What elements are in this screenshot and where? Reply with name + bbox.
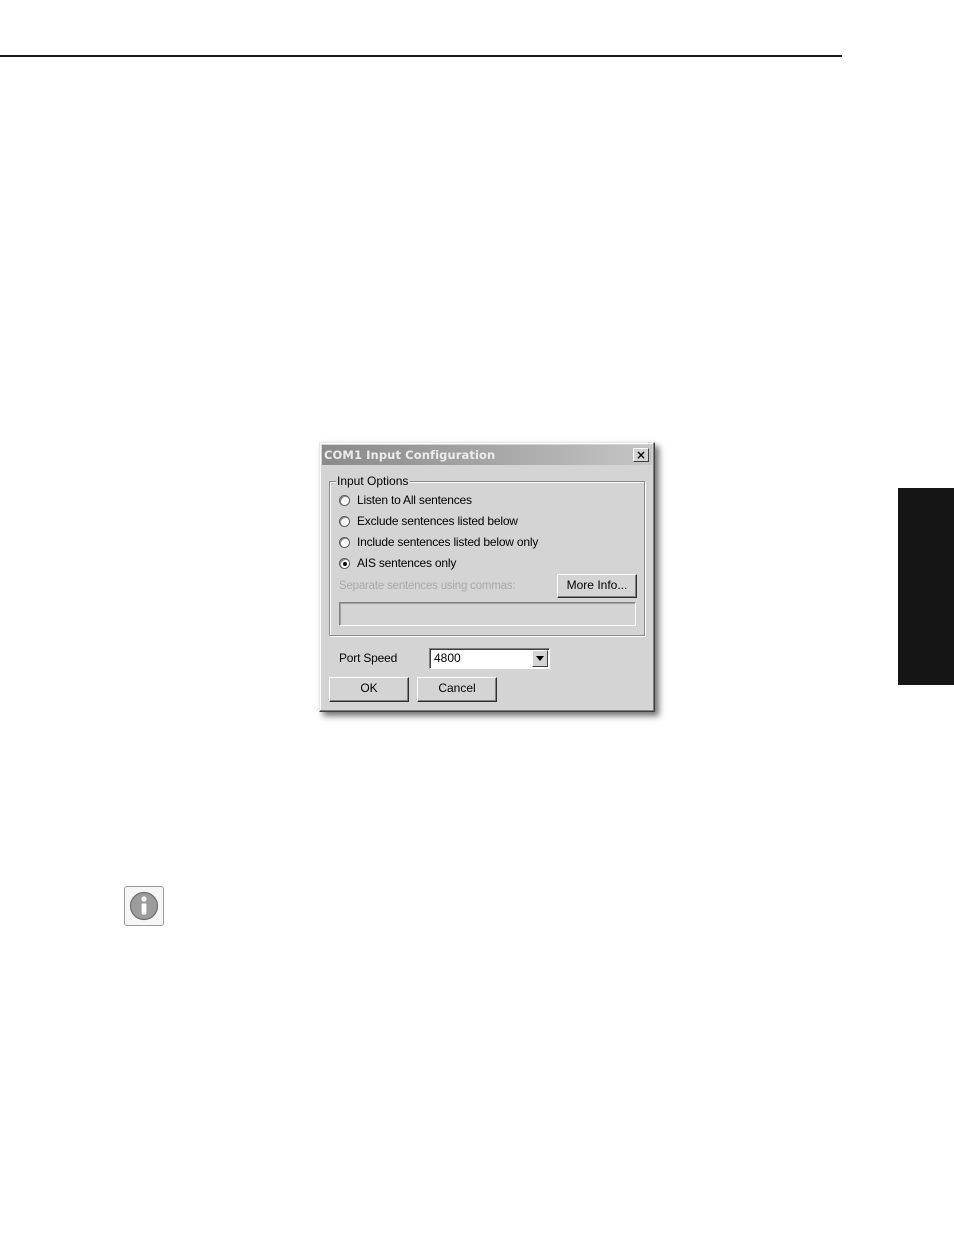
input-options-legend: Input Options — [336, 474, 411, 488]
radio-selected-dot — [343, 561, 347, 566]
port-speed-label: Port Speed — [339, 651, 398, 665]
radio-label: Listen to All sentences — [357, 493, 472, 507]
dialog-title: COM1 Input Configuration — [324, 448, 496, 462]
radio-listen-all[interactable]: Listen to All sentences — [339, 492, 472, 508]
radio-button[interactable] — [339, 536, 350, 548]
separate-sentences-hint: Separate sentences using commas: — [339, 580, 516, 592]
sentences-input[interactable] — [339, 602, 636, 626]
radio-label: Include sentences listed below only — [357, 535, 539, 549]
chapter-side-tab — [898, 488, 954, 685]
more-info-button[interactable]: More Info... — [557, 574, 637, 598]
radio-label: Exclude sentences listed below — [357, 514, 518, 528]
radio-ais-only[interactable]: AIS sentences only — [339, 555, 456, 571]
dialog-titlebar[interactable]: COM1 Input Configuration × — [322, 445, 652, 465]
info-icon — [124, 886, 164, 926]
ok-button[interactable]: OK — [329, 677, 409, 702]
radio-include-listed[interactable]: Include sentences listed below only — [339, 534, 538, 550]
close-button[interactable]: × — [633, 448, 649, 462]
radio-button[interactable] — [339, 494, 350, 506]
radio-exclude-listed[interactable]: Exclude sentences listed below — [339, 513, 518, 529]
port-speed-select[interactable]: 4800 — [429, 648, 550, 669]
chevron-down-icon[interactable] — [532, 650, 548, 667]
port-speed-value: 4800 — [434, 651, 461, 665]
close-icon: × — [635, 448, 647, 462]
input-options-group: Input Options Listen to All sentences Ex… — [329, 474, 645, 636]
header-rule — [0, 55, 842, 57]
cancel-button[interactable]: Cancel — [417, 677, 497, 702]
radio-button-selected[interactable] — [339, 557, 350, 569]
com1-input-configuration-dialog: COM1 Input Configuration × Input Options… — [319, 442, 655, 712]
radio-label: AIS sentences only — [357, 556, 457, 570]
radio-button[interactable] — [339, 515, 350, 527]
